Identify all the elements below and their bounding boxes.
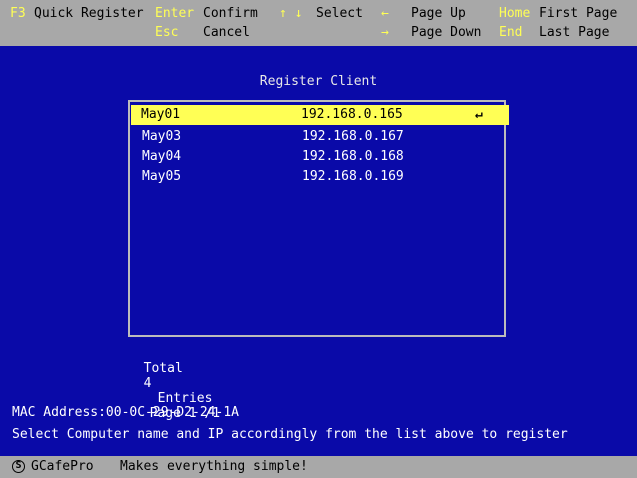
cancel-label: Cancel — [203, 25, 250, 40]
list-item[interactable]: May04 192.168.0.168 — [132, 147, 510, 167]
select-label: Select — [316, 6, 363, 21]
left-arrow-icon[interactable]: ← — [381, 5, 389, 23]
last-page-label: Last Page — [539, 25, 610, 40]
slogan: Makes everything simple! — [120, 459, 308, 474]
enter-icon: ↵ — [475, 107, 483, 122]
computer-name: May05 — [142, 169, 182, 184]
app-name: GCafePro — [31, 459, 94, 474]
computer-name: May04 — [142, 149, 182, 164]
list-item[interactable]: May01 192.168.0.165 ↵ — [131, 105, 509, 125]
enter-key[interactable]: Enter — [155, 5, 194, 23]
list-item[interactable]: May03 192.168.0.167 — [132, 127, 510, 147]
page-down-label: Page Down — [411, 25, 482, 40]
total-label: Total — [143, 361, 183, 376]
ip-address: 192.168.0.169 — [302, 169, 404, 184]
ip-address: 192.168.0.165 — [301, 107, 403, 122]
list-item[interactable]: May05 192.168.0.169 — [132, 167, 510, 187]
up-down-arrow-icon[interactable]: ↑ ↓ — [279, 5, 302, 23]
computer-name: May01 — [141, 107, 181, 122]
client-list[interactable]: May01 192.168.0.165 ↵ May03 192.168.0.16… — [128, 100, 509, 337]
instruction-text: Select Computer name and IP accordingly … — [12, 427, 568, 442]
first-page-label: First Page — [539, 6, 618, 21]
ip-address: 192.168.0.168 — [302, 149, 404, 164]
f3-key[interactable]: F3 — [10, 5, 26, 23]
quick-register-label: Quick Register — [34, 6, 144, 21]
page-up-label: Page Up — [411, 6, 466, 21]
entries-label: Entries — [157, 391, 213, 406]
confirm-label: Confirm — [203, 6, 258, 21]
dialog-title: Register Client — [259, 74, 378, 89]
esc-key[interactable]: Esc — [155, 24, 178, 42]
status-bar: S GCafePro Makes everything simple! — [0, 456, 637, 478]
gcafepro-logo-icon: S — [12, 460, 25, 473]
mac-address: MAC Address:00-0C-29-D2-24-1A — [12, 405, 239, 420]
ip-address: 192.168.0.167 — [302, 129, 404, 144]
total-count: 4 — [143, 376, 152, 391]
end-key[interactable]: End — [499, 24, 522, 42]
computer-name: May03 — [142, 129, 182, 144]
hotkey-bar: F3 Quick Register Enter Confirm Esc Canc… — [0, 0, 637, 46]
right-arrow-icon[interactable]: → — [381, 24, 389, 42]
home-key[interactable]: Home — [499, 5, 530, 23]
